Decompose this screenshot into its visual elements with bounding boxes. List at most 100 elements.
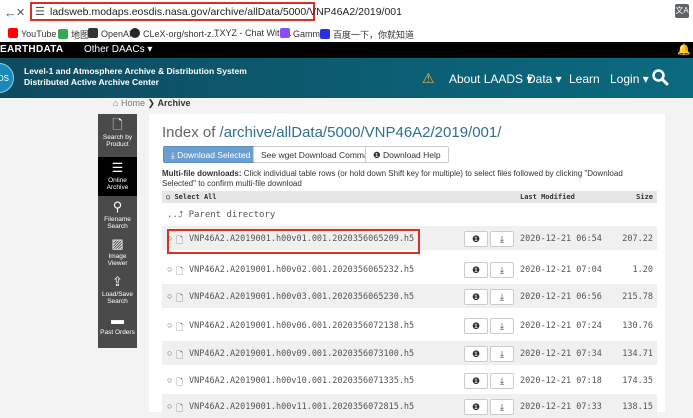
file-size: 134.71: [622, 349, 653, 359]
row-radio[interactable]: ○: [167, 320, 172, 330]
file-icon: 🗋: [176, 377, 184, 387]
download-icon[interactable]: ⤓: [490, 289, 514, 305]
bookmark-openai[interactable]: OpenAI: [88, 28, 132, 39]
row-radio[interactable]: ○: [167, 348, 172, 358]
download-selected-button[interactable]: ⤓ Download Selected: [163, 146, 259, 163]
bookmark-gamma[interactable]: Gamma: [280, 28, 325, 39]
laads-header: ADS Level-1 and Atmosphere Archive & Dis…: [0, 58, 693, 98]
file-date: 2020-12-21 07:33: [520, 402, 602, 412]
bookmarks-bar: YouTube 地图 OpenAI CLeX-org/short-z... TX…: [0, 26, 693, 43]
gamma-icon: [280, 28, 290, 38]
bookmark-youtube[interactable]: YouTube: [8, 28, 56, 39]
breadcrumb-home[interactable]: Home: [121, 98, 145, 108]
download-icon[interactable]: ⤓: [490, 262, 514, 278]
file-date: 2020-12-21 07:04: [520, 265, 602, 275]
table-row[interactable]: ○ 🗋 VNP46A2.A2019001.h00v09.001.20203560…: [162, 341, 657, 365]
map-pin-icon: [58, 29, 68, 39]
info-icon[interactable]: ❶: [464, 289, 488, 305]
file-icon: 🗋: [176, 322, 184, 332]
other-daacs-menu[interactable]: Other DAACs ▾: [84, 44, 152, 55]
table-header: ○ Select All Last Modified Size: [162, 191, 657, 203]
sidebar-item-search-by-product[interactable]: 🗋 Search by Product: [98, 114, 137, 157]
info-icon[interactable]: ❶: [464, 318, 488, 334]
multifile-instructions: Multi-file downloads: Click individual t…: [162, 169, 623, 188]
file-date: 2020-12-21 07:18: [520, 376, 602, 386]
file-name[interactable]: VNP46A2.A2019001.h00v10.001.202035607133…: [189, 376, 414, 386]
bookmark-clex[interactable]: CLeX-org/short-z...: [130, 28, 219, 39]
menu-data[interactable]: Data ▾: [527, 72, 562, 86]
index-path: /archive/allData/5000/VNP46A2/2019/001/: [219, 124, 502, 141]
file-icon: 🗋: [176, 293, 184, 303]
download-icon[interactable]: ⤓: [490, 231, 514, 247]
info-icon[interactable]: ❶: [464, 346, 488, 362]
row-radio[interactable]: ○: [167, 264, 172, 274]
highlight-annotation: [167, 229, 420, 254]
address-bar[interactable]: ☰ ladsweb.modaps.eosdis.nasa.gov/archive…: [30, 2, 402, 21]
row-radio[interactable]: ○: [167, 375, 172, 385]
github-icon: [130, 28, 140, 38]
download-icon[interactable]: ⤓: [490, 399, 514, 415]
table-row[interactable]: ○ 🗋 VNP46A2.A2019001.h00v03.001.20203560…: [162, 284, 657, 308]
file-size: 207.22: [622, 234, 653, 244]
download-help-button[interactable]: ❶ Download Help: [365, 146, 449, 163]
select-all-control[interactable]: ○ Select All: [166, 191, 217, 203]
table-row[interactable]: ○ 🗋 VNP46A2.A2019001.h00v02.001.20203560…: [162, 257, 657, 281]
column-last-modified[interactable]: Last Modified: [520, 191, 575, 203]
search-icon[interactable]: [651, 68, 669, 86]
folder-icon: ▬: [111, 312, 124, 327]
bookmark-baidu[interactable]: 百度一下，你就知道: [320, 28, 414, 41]
row-radio[interactable]: ○: [167, 291, 172, 301]
warning-icon[interactable]: ⚠: [422, 70, 435, 87]
row-radio[interactable]: ○: [167, 401, 172, 411]
download-icon[interactable]: ⤓: [490, 346, 514, 362]
file-name[interactable]: VNP46A2.A2019001.h00v02.001.202035606523…: [189, 265, 414, 275]
site-info-icon[interactable]: ☰: [35, 5, 45, 18]
search-icon: ⚲: [112, 199, 123, 214]
table-row[interactable]: ○ 🗋 VNP46A2.A2019001.h00v11.001.20203560…: [162, 394, 657, 418]
sidebar-item-online-archive[interactable]: ☰ Online Archive: [98, 157, 137, 196]
table-row[interactable]: ○ 🗋 VNP46A2.A2019001.h00v10.001.20203560…: [162, 368, 657, 392]
translate-icon[interactable]: 文A: [675, 4, 689, 18]
file-date: 2020-12-21 07:34: [520, 349, 602, 359]
file-name[interactable]: VNP46A2.A2019001.h00v06.001.202035607213…: [189, 321, 414, 331]
baidu-icon: [320, 29, 330, 39]
url-text[interactable]: ladsweb.modaps.eosdis.nasa.gov/archive/a…: [50, 6, 402, 18]
parent-directory-link[interactable]: ..⮥ Parent directory: [167, 210, 275, 220]
file-name[interactable]: VNP46A2.A2019001.h00v09.001.202035607310…: [189, 349, 414, 359]
file-date: 2020-12-21 07:24: [520, 321, 602, 331]
archive-panel: Index of /archive/allData/5000/VNP46A2/2…: [149, 114, 665, 418]
file-icon: 🗋: [176, 403, 184, 413]
file-size: 1.20: [632, 265, 653, 275]
sidebar-item-filename-search[interactable]: ⚲ Filename Search: [98, 196, 137, 233]
page-title: Index of /archive/allData/5000/VNP46A2/2…: [162, 124, 502, 141]
info-icon[interactable]: ❶: [464, 231, 488, 247]
sidebar-item-image-viewer[interactable]: ▨ Image Viewer: [98, 233, 137, 271]
table-row[interactable]: ○ 🗋 VNP46A2.A2019001.h00v06.001.20203560…: [162, 313, 657, 337]
home-icon: ⌂: [113, 98, 119, 108]
download-icon[interactable]: ⤓: [490, 318, 514, 334]
menu-learn[interactable]: Learn: [569, 72, 600, 86]
file-name[interactable]: VNP46A2.A2019001.h00v11.001.202035607281…: [189, 402, 414, 412]
file-size: 130.76: [622, 321, 653, 331]
info-icon[interactable]: ❶: [464, 373, 488, 389]
bell-icon[interactable]: 🔔: [677, 43, 691, 56]
browser-toolbar: ← ✕ ☰ ladsweb.modaps.eosdis.nasa.gov/arc…: [0, 0, 693, 26]
openai-icon: [88, 28, 98, 38]
menu-login[interactable]: Login ▾: [610, 72, 649, 86]
breadcrumb-current: Archive: [157, 98, 191, 108]
sidebar-item-load-save-search[interactable]: ⇪ Load/Save Search: [98, 271, 137, 309]
file-name[interactable]: VNP46A2.A2019001.h00v03.001.202035606523…: [189, 292, 414, 302]
earthdata-logo[interactable]: EARTHDATA: [0, 44, 63, 55]
menu-about-laads[interactable]: About LAADS ▾: [449, 72, 532, 86]
laads-logo[interactable]: ADS: [0, 63, 14, 93]
file-size: 174.35: [622, 376, 653, 386]
close-tab-icon[interactable]: ✕: [16, 6, 25, 19]
info-icon[interactable]: ❶: [464, 399, 488, 415]
column-size[interactable]: Size: [636, 191, 653, 203]
list-icon: ☰: [111, 160, 124, 175]
info-icon[interactable]: ❶: [464, 262, 488, 278]
file-size: 215.78: [622, 292, 653, 302]
download-icon[interactable]: ⤓: [490, 373, 514, 389]
sidebar-item-past-orders[interactable]: ▬ Past Orders: [98, 309, 137, 348]
bookmark-map[interactable]: 地图: [58, 28, 89, 41]
